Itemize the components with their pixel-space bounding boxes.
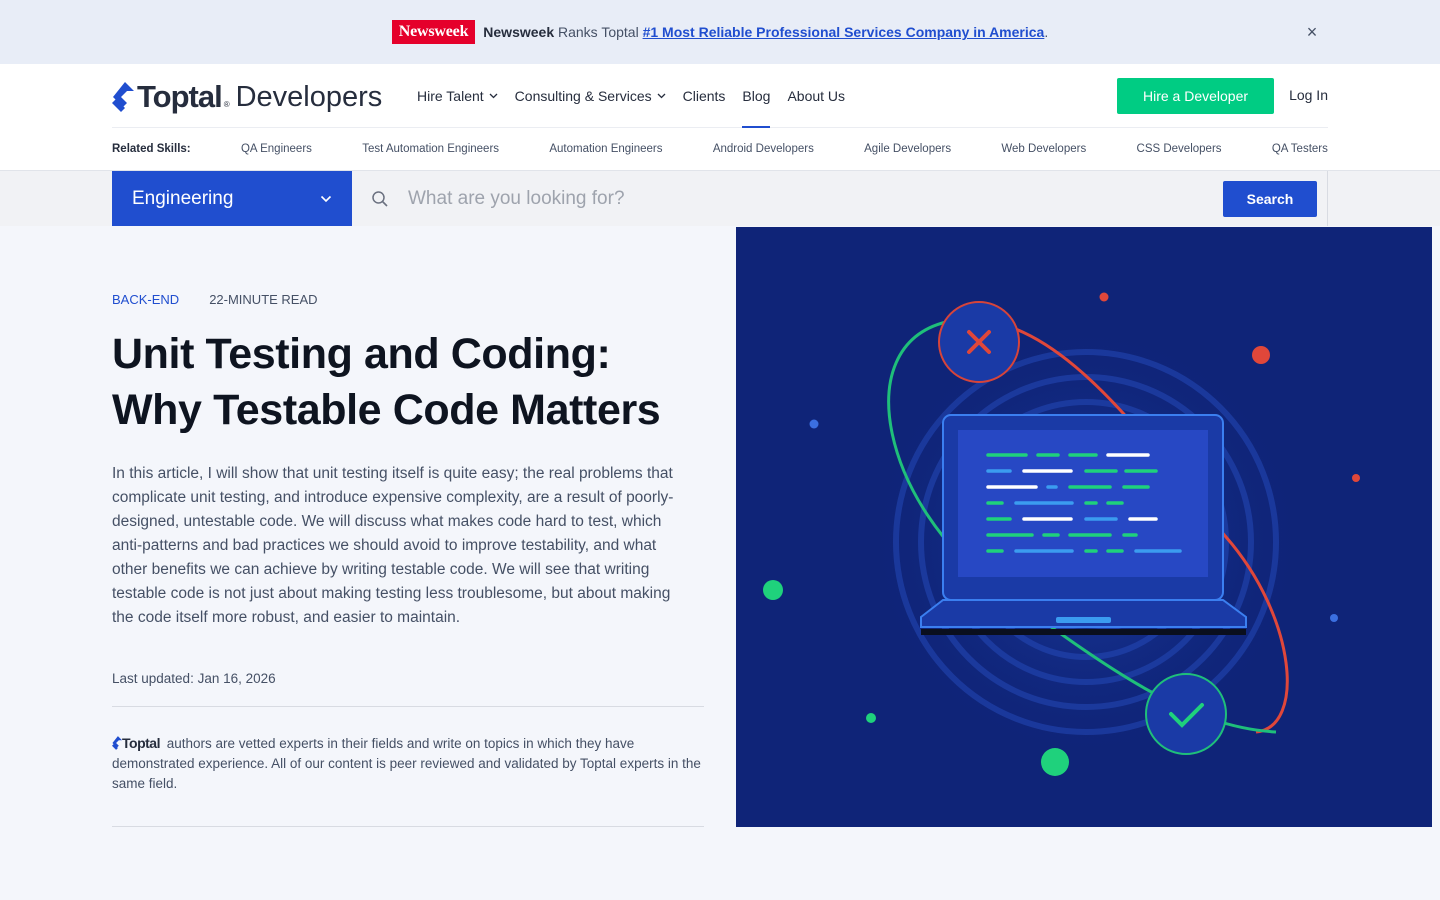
article-summary: In this article, I will show that unit t… <box>112 465 674 626</box>
nav-label: About Us <box>787 88 846 104</box>
skill-link[interactable]: Agile Developers <box>864 143 951 155</box>
chevron-down-icon <box>320 195 332 202</box>
logo-suffix: Developers <box>235 80 383 113</box>
close-icon[interactable]: × <box>1302 22 1322 42</box>
skill-link[interactable]: Automation Engineers <box>549 143 662 155</box>
chevron-down-icon <box>489 93 498 99</box>
article-category[interactable]: BACK-END <box>112 292 179 307</box>
blog-search-bar: Engineering Search <box>0 171 1440 226</box>
search-input[interactable] <box>408 178 1223 219</box>
skill-link[interactable]: Test Automation Engineers <box>362 143 499 155</box>
search-field-wrap: Search <box>352 171 1328 226</box>
divider <box>112 826 704 827</box>
read-time: 22-MINUTE READ <box>209 292 318 307</box>
logo-word: Toptal <box>137 79 223 114</box>
article-hero-illustration <box>736 227 1432 827</box>
skill-link[interactable]: CSS Developers <box>1137 143 1222 155</box>
login-link[interactable]: Log In <box>1289 87 1328 103</box>
nav-label: Blog <box>742 88 771 104</box>
skill-link[interactable]: QA Testers <box>1272 143 1328 155</box>
laptop-test-illustration <box>763 292 1360 776</box>
search-button[interactable]: Search <box>1223 180 1317 217</box>
category-select[interactable]: Engineering <box>112 171 352 226</box>
nav-hire-talent[interactable]: Hire Talent <box>417 64 498 128</box>
announcement-bar: Newsweek Newsweek Ranks Toptal #1 Most R… <box>0 0 1440 64</box>
announcement-period: . <box>1044 24 1049 40</box>
vetted-authors-note: Toptal authors are vetted experts in the… <box>112 733 704 794</box>
skill-link[interactable]: Android Developers <box>713 143 814 155</box>
announcement-link[interactable]: #1 Most Reliable Professional Services C… <box>643 24 1045 40</box>
vetted-text: authors are vetted experts in their fiel… <box>112 736 701 791</box>
logo-registered: ® <box>223 99 230 109</box>
article-meta: BACK-END 22-MINUTE READ <box>112 292 318 307</box>
category-select-value: Engineering <box>132 187 234 209</box>
announcement-brand: Newsweek <box>483 24 555 40</box>
announcement-text: Newsweek Ranks Toptal #1 Most Reliable P… <box>483 24 1048 40</box>
nav-label: Hire Talent <box>417 88 484 104</box>
announcement-copy: Ranks Toptal <box>558 24 639 40</box>
search-icon <box>352 190 408 208</box>
mini-logo-word: Toptal <box>122 735 160 751</box>
toptal-mark-icon <box>112 736 122 750</box>
related-skills-label: Related Skills: <box>112 143 191 155</box>
site-header: Toptal ® Developers Hire Talent Consulti… <box>0 64 1440 171</box>
skill-link[interactable]: Web Developers <box>1001 143 1086 155</box>
nav-label: Clients <box>682 88 726 104</box>
toptal-mini-logo: Toptal <box>112 733 160 753</box>
article-title: Unit Testing and Coding: Why Testable Co… <box>112 326 712 438</box>
nav-label: Consulting & Services <box>514 88 652 104</box>
article-title-line2: Why Testable Code Matters <box>112 386 661 434</box>
divider <box>112 706 704 707</box>
nav-blog[interactable]: Blog <box>742 64 771 128</box>
newsweek-logo: Newsweek <box>391 20 476 44</box>
toptal-developers-logo[interactable]: Toptal ® Developers <box>112 79 383 114</box>
hire-developer-button[interactable]: Hire a Developer <box>1117 78 1274 114</box>
chevron-down-icon <box>657 93 666 99</box>
last-updated: Last updated: Jan 16, 2026 <box>112 671 276 686</box>
skill-link[interactable]: QA Engineers <box>241 143 312 155</box>
main-nav: Hire Talent Consulting & Services Client… <box>417 64 845 128</box>
toptal-mark-icon <box>112 82 134 112</box>
nav-clients[interactable]: Clients <box>683 64 726 128</box>
article-title-line1: Unit Testing and Coding: <box>112 330 611 378</box>
nav-about-us[interactable]: About Us <box>787 64 845 128</box>
nav-consulting-services[interactable]: Consulting & Services <box>515 64 666 128</box>
related-skills-bar: Related Skills: QA Engineers Test Automa… <box>112 128 1328 170</box>
